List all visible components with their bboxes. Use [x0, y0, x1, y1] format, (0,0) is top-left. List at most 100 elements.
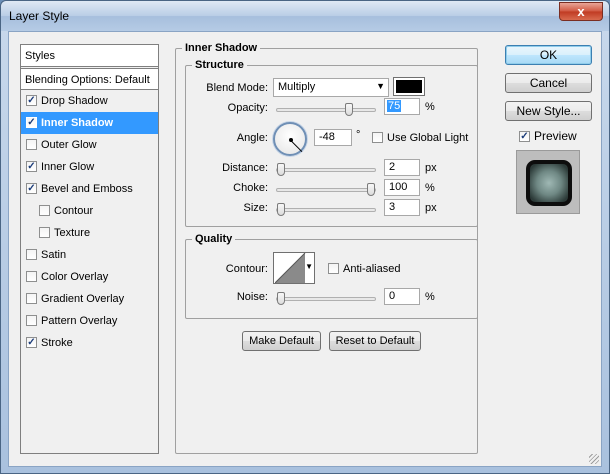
reset-to-default-button[interactable]: Reset to Default: [329, 331, 421, 351]
inner-shadow-title: Inner Shadow: [182, 42, 261, 54]
noise-unit: %: [425, 291, 435, 303]
choke-label: Choke:: [233, 182, 268, 194]
inner-shadow-group: Inner Shadow Structure Blend Mode: Multi…: [175, 42, 478, 454]
style-item-checkbox[interactable]: [26, 293, 37, 304]
style-item-checkbox[interactable]: [39, 205, 50, 216]
title-bar[interactable]: Layer Style x: [1, 1, 609, 31]
contour-picker[interactable]: ▼: [273, 252, 315, 284]
style-item-inner-glow[interactable]: Inner Glow: [21, 156, 158, 178]
style-item-checkbox[interactable]: [26, 315, 37, 326]
style-item-checkbox[interactable]: [26, 249, 37, 260]
opacity-label: Opacity:: [227, 102, 268, 114]
style-item-label: Bevel and Emboss: [41, 183, 133, 195]
use-global-light-checkbox[interactable]: Use Global Light: [372, 132, 468, 144]
style-item-texture[interactable]: Texture: [21, 222, 158, 244]
opacity-input[interactable]: 75: [384, 98, 420, 115]
style-item-label: Color Overlay: [41, 271, 109, 283]
quality-group: Quality Contour: ▼ Anti-aliased Noise: 0…: [185, 233, 478, 319]
contour-label: Contour:: [225, 263, 268, 275]
choke-slider-thumb[interactable]: [367, 183, 375, 196]
quality-title: Quality: [192, 233, 236, 245]
blend-mode-value: Multiply: [278, 81, 316, 93]
size-input[interactable]: 3: [384, 199, 420, 216]
style-item-outer-glow[interactable]: Outer Glow: [21, 134, 158, 156]
blending-options-item[interactable]: Blending Options: Default: [21, 68, 158, 90]
anti-aliased-checkbox[interactable]: Anti-aliased: [328, 263, 400, 275]
choke-slider[interactable]: [276, 183, 376, 196]
style-preview-thumbnail: [516, 150, 580, 214]
distance-label: Distance:: [222, 162, 268, 174]
style-item-checkbox[interactable]: [26, 183, 37, 194]
opacity-unit: %: [425, 101, 435, 113]
shadow-color-swatch[interactable]: [393, 77, 425, 96]
size-unit: px: [425, 202, 437, 214]
contour-dropdown-arrow-icon[interactable]: ▼: [305, 262, 313, 271]
styles-header[interactable]: Styles: [21, 45, 158, 67]
resize-grip[interactable]: [589, 454, 599, 464]
distance-slider[interactable]: [276, 163, 376, 176]
choke-unit: %: [425, 182, 435, 194]
structure-group: Structure Blend Mode: Multiply ▼ Opacity…: [185, 59, 478, 227]
preview-box[interactable]: [519, 131, 530, 142]
style-item-label: Gradient Overlay: [41, 293, 125, 305]
ok-button[interactable]: OK: [505, 45, 592, 65]
angle-needle: [290, 140, 303, 153]
style-item-label: Inner Shadow: [41, 117, 114, 129]
size-slider-thumb[interactable]: [277, 203, 285, 216]
style-item-drop-shadow[interactable]: Drop Shadow: [21, 90, 158, 112]
style-item-checkbox[interactable]: [26, 139, 37, 150]
styles-list: Styles Blending Options: Default Drop Sh…: [20, 44, 159, 454]
noise-label: Noise:: [236, 291, 268, 303]
close-button[interactable]: x: [559, 2, 603, 21]
use-global-light-label: Use Global Light: [387, 132, 469, 144]
style-item-label: Drop Shadow: [41, 95, 108, 107]
opacity-value: 75: [387, 100, 402, 112]
size-label: Size:: [243, 202, 268, 214]
style-item-label: Stroke: [41, 337, 73, 349]
angle-input[interactable]: -48: [314, 129, 352, 146]
opacity-slider[interactable]: [276, 103, 376, 116]
contour-curve-icon: [275, 253, 306, 283]
style-item-inner-shadow[interactable]: Inner Shadow: [21, 112, 158, 134]
layer-style-dialog: Layer Style x Styles Blending Options: D…: [0, 0, 610, 474]
distance-input[interactable]: 2: [384, 159, 420, 176]
preview-square: [526, 160, 572, 206]
choke-input[interactable]: 100: [384, 179, 420, 196]
window-title: Layer Style: [9, 9, 70, 23]
style-item-checkbox[interactable]: [26, 117, 37, 128]
style-item-checkbox[interactable]: [26, 161, 37, 172]
use-global-light-box[interactable]: [372, 132, 383, 143]
make-default-button[interactable]: Make Default: [242, 331, 321, 351]
anti-aliased-box[interactable]: [328, 263, 339, 274]
style-item-stroke[interactable]: Stroke: [21, 332, 158, 354]
distance-slider-thumb[interactable]: [277, 163, 285, 176]
style-item-gradient-overlay[interactable]: Gradient Overlay: [21, 288, 158, 310]
anti-aliased-label: Anti-aliased: [343, 263, 401, 275]
blend-mode-select[interactable]: Multiply ▼: [273, 78, 389, 97]
noise-slider-thumb[interactable]: [277, 292, 285, 305]
size-slider[interactable]: [276, 203, 376, 216]
distance-unit: px: [425, 162, 437, 174]
style-item-color-overlay[interactable]: Color Overlay: [21, 266, 158, 288]
angle-unit: °: [356, 129, 361, 141]
style-item-label: Contour: [54, 205, 94, 217]
style-item-checkbox[interactable]: [26, 95, 37, 106]
style-item-contour[interactable]: Contour: [21, 200, 158, 222]
opacity-slider-thumb[interactable]: [345, 103, 353, 116]
angle-label: Angle:: [236, 132, 268, 144]
style-item-label: Satin: [41, 249, 67, 261]
cancel-button[interactable]: Cancel: [505, 73, 592, 93]
noise-slider[interactable]: [276, 292, 376, 305]
preview-checkbox[interactable]: Preview: [519, 129, 577, 143]
style-item-pattern-overlay[interactable]: Pattern Overlay: [21, 310, 158, 332]
angle-dial[interactable]: [273, 122, 307, 156]
close-icon: x: [577, 4, 585, 19]
style-item-checkbox[interactable]: [26, 271, 37, 282]
style-item-checkbox[interactable]: [26, 337, 37, 348]
style-item-checkbox[interactable]: [39, 227, 50, 238]
style-item-bevel-and-emboss[interactable]: Bevel and Emboss: [21, 178, 158, 200]
style-item-satin[interactable]: Satin: [21, 244, 158, 266]
chevron-down-icon: ▼: [376, 81, 385, 91]
new-style-button[interactable]: New Style...: [505, 101, 592, 121]
noise-input[interactable]: 0: [384, 288, 420, 305]
